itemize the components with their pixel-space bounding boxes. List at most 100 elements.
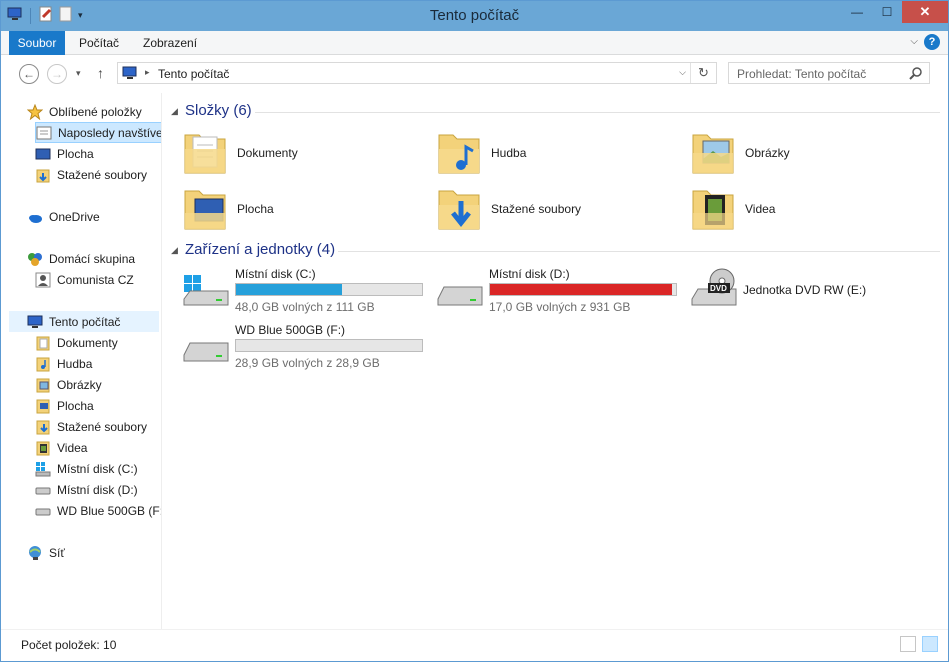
- group-divider: [255, 112, 940, 113]
- folder-pictures[interactable]: Obrázky: [691, 127, 790, 178]
- close-button[interactable]: ✕: [902, 1, 948, 23]
- videos-folder-icon: [35, 440, 51, 456]
- homegroup-icon: [27, 251, 43, 267]
- sidebar-item-documents[interactable]: Dokumenty: [35, 332, 161, 353]
- status-bar: Počet položek: 10: [1, 629, 948, 661]
- documents-folder-icon: [183, 127, 227, 178]
- desktop-folder-icon: [35, 398, 51, 414]
- folder-downloads[interactable]: Stažené soubory: [437, 183, 581, 234]
- sidebar-item-videos[interactable]: Videa: [35, 437, 161, 458]
- hard-drive-icon: [182, 329, 230, 372]
- help-icon[interactable]: ?: [924, 34, 940, 50]
- refresh-button[interactable]: ↻: [690, 63, 716, 83]
- navigation-bar: ← → ▾ ↑ ▸ Tento počítač ⌵ ↻ Prohledat: T…: [1, 56, 948, 92]
- sidebar-item-disk-c[interactable]: Místní disk (C:): [35, 458, 161, 479]
- minimize-button[interactable]: —: [842, 1, 872, 23]
- desktop-folder-icon: [183, 183, 227, 234]
- sidebar-item-label: Domácí skupina: [49, 251, 136, 266]
- expand-ribbon-icon[interactable]: ⌵: [910, 36, 918, 47]
- drive-name: Místní disk (D:): [489, 267, 570, 281]
- pictures-folder-icon: [691, 127, 735, 178]
- sidebar-item-music[interactable]: Hudba: [35, 353, 161, 374]
- explorer-window: ▾ Tento počítač — ☐ ✕ Soubor Počítač Zob…: [0, 0, 949, 662]
- sidebar-item-recent[interactable]: Naposledy navštívené: [35, 122, 161, 143]
- window-title: Tento počítač: [429, 7, 520, 24]
- recent-locations-dropdown[interactable]: ▾: [76, 68, 81, 79]
- sidebar-item-label: Hudba: [57, 356, 93, 371]
- folder-music[interactable]: Hudba: [437, 127, 526, 178]
- folder-desktop[interactable]: Plocha: [183, 183, 274, 234]
- folder-label: Dokumenty: [237, 145, 298, 160]
- search-icon[interactable]: [909, 66, 923, 83]
- collapse-group-icon[interactable]: ◢: [171, 106, 178, 117]
- downloads-folder-icon: [35, 419, 51, 435]
- windows-drive-icon: [35, 461, 51, 477]
- forward-button[interactable]: →: [47, 64, 67, 84]
- sidebar-item-label: Oblíbené položky: [49, 104, 142, 119]
- address-bar[interactable]: ▸ Tento počítač ⌵ ↻: [117, 62, 717, 84]
- sidebar-item-thispc[interactable]: Tento počítač: [9, 311, 159, 332]
- sidebar-item-disk-f[interactable]: WD Blue 500GB (F:): [35, 500, 161, 521]
- devices-group-header[interactable]: Zařízení a jednotky (4): [185, 241, 335, 258]
- content-pane: ◢ Složky (6) Dokumenty Hudba Obrázky Plo…: [163, 93, 948, 629]
- sidebar-item-user[interactable]: Comunista CZ: [35, 269, 161, 290]
- drive-name: WD Blue 500GB (F:): [235, 323, 346, 337]
- drive-e-dvd[interactable]: DVD Jednotka DVD RW (E:): [690, 267, 940, 319]
- sidebar-item-label: Stažené soubory: [57, 167, 148, 182]
- folder-documents[interactable]: Dokumenty: [183, 127, 298, 178]
- folders-group-header[interactable]: Složky (6): [185, 102, 252, 119]
- drive-f[interactable]: WD Blue 500GB (F:) 28,9 GB volných z 28,…: [182, 323, 432, 375]
- sidebar-item-label: Plocha: [57, 398, 94, 413]
- sidebar-item-network[interactable]: Síť: [27, 542, 161, 563]
- sidebar-item-disk-d[interactable]: Místní disk (D:): [35, 479, 161, 500]
- sidebar-item-label: OneDrive: [49, 209, 100, 224]
- back-button[interactable]: ←: [19, 64, 39, 84]
- downloads-folder-icon: [437, 183, 481, 234]
- search-box[interactable]: Prohledat: Tento počítač: [728, 62, 930, 84]
- tab-view[interactable]: Zobrazení: [133, 31, 207, 55]
- sidebar-item-desktop[interactable]: Plocha: [35, 395, 161, 416]
- collapse-group-icon[interactable]: ◢: [171, 245, 178, 256]
- breadcrumb-chevron-icon[interactable]: ▸: [145, 67, 150, 78]
- music-folder-icon: [437, 127, 481, 178]
- windows-drive-icon: [182, 273, 230, 316]
- hard-drive-icon: [35, 503, 51, 519]
- sidebar-item-label: Místní disk (D:): [57, 482, 138, 497]
- star-icon: [26, 103, 44, 120]
- address-path[interactable]: Tento počítač: [158, 67, 229, 81]
- downloads-folder-icon: [35, 167, 51, 183]
- drive-usage-fill: [236, 284, 343, 295]
- sidebar-item-onedrive[interactable]: OneDrive: [27, 206, 161, 227]
- drive-d[interactable]: Místní disk (D:) 17,0 GB volných z 931 G…: [436, 267, 686, 319]
- sidebar-item-downloads[interactable]: Stažené soubory: [35, 416, 161, 437]
- cloud-icon: [27, 209, 43, 225]
- tab-file[interactable]: Soubor: [9, 31, 65, 55]
- drive-c[interactable]: Místní disk (C:) 48,0 GB volných z 111 G…: [182, 267, 432, 319]
- sidebar-item-label: Videa: [57, 440, 88, 455]
- address-history-dropdown[interactable]: ⌵: [679, 67, 686, 78]
- folder-label: Obrázky: [745, 145, 790, 160]
- tab-computer[interactable]: Počítač: [69, 31, 129, 55]
- up-button[interactable]: ↑: [97, 65, 104, 81]
- window-controls: — ☐ ✕: [842, 1, 948, 23]
- drive-name: Místní disk (C:): [235, 267, 316, 281]
- sidebar-item-desktop-fav[interactable]: Plocha: [35, 143, 161, 164]
- large-icons-view-icon[interactable]: [922, 636, 938, 652]
- sidebar-item-downloads-fav[interactable]: Stažené soubory: [35, 164, 161, 185]
- sidebar-item-homegroup[interactable]: Domácí skupina: [27, 248, 161, 269]
- sidebar-item-favorites[interactable]: Oblíbené položky: [26, 101, 161, 122]
- hard-drive-icon: [35, 482, 51, 498]
- pictures-folder-icon: [35, 377, 51, 393]
- drive-name: Jednotka DVD RW (E:): [743, 283, 867, 297]
- arrow-left-icon: ←: [23, 67, 35, 81]
- computer-icon: [122, 66, 138, 83]
- sidebar-item-label: Obrázky: [57, 377, 102, 392]
- sidebar-item-pictures[interactable]: Obrázky: [35, 374, 161, 395]
- details-view-icon[interactable]: [900, 636, 916, 652]
- title-bar: ▾ Tento počítač — ☐ ✕: [1, 1, 948, 31]
- maximize-button[interactable]: ☐: [872, 1, 902, 23]
- computer-icon: [27, 314, 43, 330]
- network-icon: [27, 545, 43, 561]
- drive-usage-fill: [490, 284, 673, 295]
- folder-videos[interactable]: Videa: [691, 183, 775, 234]
